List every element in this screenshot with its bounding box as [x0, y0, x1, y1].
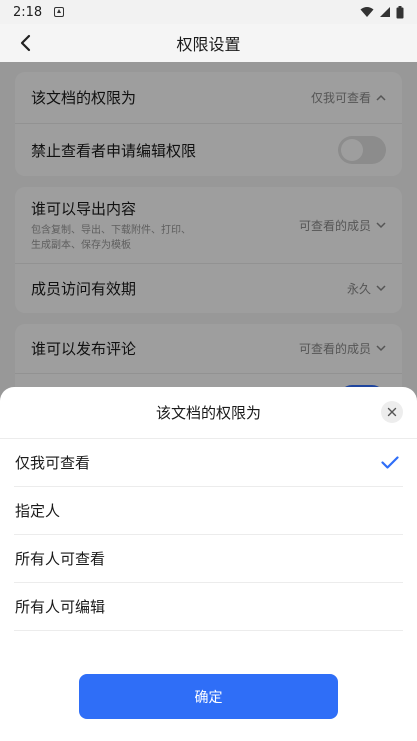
status-time: 2:18	[13, 4, 43, 20]
option-everyone-view[interactable]: 所有人可查看	[14, 535, 403, 583]
title-bar: 权限设置	[0, 24, 417, 62]
chevron-left-icon	[20, 34, 31, 52]
check-icon	[381, 456, 399, 469]
option-label: 仅我可查看	[15, 454, 91, 472]
confirm-button[interactable]: 确定	[79, 674, 338, 719]
option-label: 指定人	[15, 502, 61, 520]
battery-icon	[396, 5, 404, 18]
notification-icon	[54, 7, 65, 17]
back-button[interactable]	[12, 30, 38, 56]
sheet-title: 该文档的权限为	[155, 404, 261, 422]
permission-bottom-sheet: 该文档的权限为 仅我可查看 指定人 所有人可查看 所有人可编辑 确定	[0, 387, 417, 741]
status-icons	[360, 5, 404, 19]
signal-icon	[380, 7, 390, 17]
wifi-icon	[360, 7, 374, 17]
option-only-me[interactable]: 仅我可查看	[14, 439, 403, 487]
option-everyone-edit[interactable]: 所有人可编辑	[14, 583, 403, 631]
option-specified-people[interactable]: 指定人	[14, 487, 403, 535]
option-label: 所有人可编辑	[15, 598, 106, 616]
sheet-header: 该文档的权限为	[0, 387, 417, 439]
close-button[interactable]	[381, 401, 403, 423]
option-label: 所有人可查看	[15, 550, 106, 568]
close-icon	[387, 407, 397, 417]
page-title: 权限设置	[176, 35, 241, 54]
status-bar: 2:18	[0, 0, 417, 24]
